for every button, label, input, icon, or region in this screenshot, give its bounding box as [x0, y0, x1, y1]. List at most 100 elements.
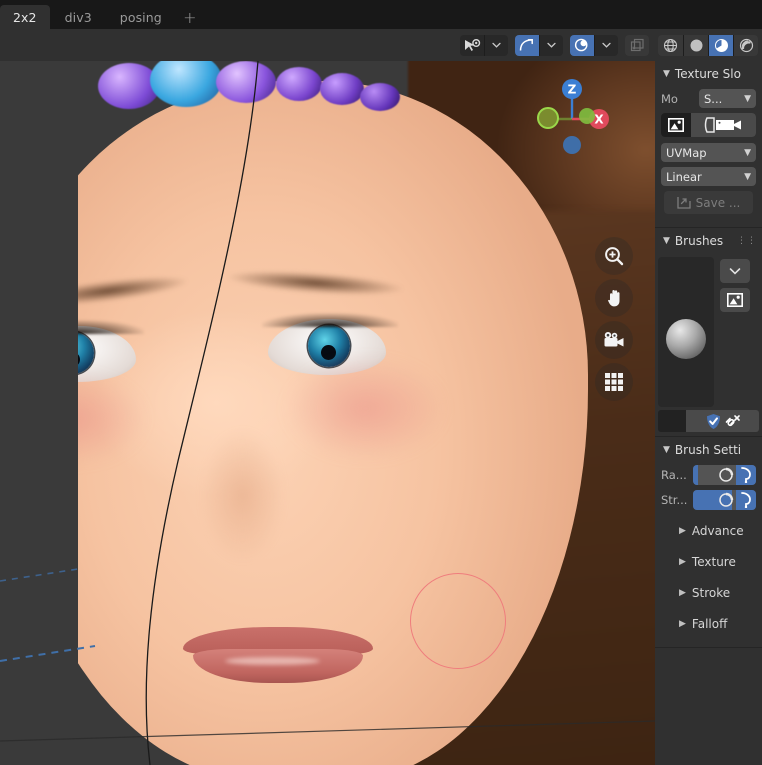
brushes-header[interactable]: ▼ Brushes ⋮⋮: [655, 228, 762, 254]
chevron-down-icon: ▼: [663, 69, 670, 79]
subpanel-texture[interactable]: ▶ Texture: [661, 546, 756, 577]
eyelash: [262, 313, 398, 327]
nose-region: [188, 391, 318, 581]
brush-settings-body: Ra... Str... ▶ Advance ▶ Texture ▶ Strok…: [655, 463, 762, 647]
viewport-3d[interactable]: Z X: [0, 61, 655, 765]
new-image-icon: [704, 117, 741, 133]
chevron-down-icon: [729, 268, 741, 275]
subpanel-falloff[interactable]: ▶ Falloff: [661, 608, 756, 639]
grip-dots-icon[interactable]: ⋮⋮: [737, 236, 757, 246]
lip-highlight: [225, 657, 320, 665]
proportional-editing-button[interactable]: [570, 34, 594, 56]
unlink-x-icon: [725, 415, 740, 427]
snap-toggle-button[interactable]: [515, 34, 539, 56]
radius-pressure-toggle: [736, 465, 756, 485]
grid-tool-button[interactable]: [595, 363, 633, 401]
proportional-editing-icon: [574, 38, 588, 52]
material-preview-icon: [714, 38, 728, 52]
pupil: [321, 345, 336, 360]
brush-preview-button[interactable]: [720, 288, 750, 312]
visibility-group: [460, 34, 508, 56]
radius-slider[interactable]: [693, 465, 756, 485]
navigation-gizmo[interactable]: Z X: [531, 75, 613, 157]
gizmo-axes: Z X: [537, 79, 609, 154]
subpanel-stroke[interactable]: ▶ Stroke: [661, 577, 756, 608]
new-image-button[interactable]: [691, 113, 756, 137]
object-visibility-button[interactable]: [460, 34, 484, 56]
shading-rendered-button[interactable]: [733, 34, 758, 56]
shading-material-preview-button[interactable]: [708, 34, 733, 56]
chevron-down-icon: ▼: [744, 93, 751, 104]
workspace-tab-label: div3: [64, 9, 92, 25]
lower-lip: [193, 649, 363, 683]
gem: [360, 83, 400, 111]
gem: [320, 73, 364, 105]
brushes-title: Brushes: [674, 234, 724, 248]
shading-wireframe-button[interactable]: [658, 34, 683, 56]
workspace-tab-div3[interactable]: div3: [52, 5, 105, 29]
chevron-down-icon: ▼: [744, 171, 751, 182]
chevron-down-icon: ▼: [744, 147, 751, 158]
texture-slots-body: Mo S... ▼ UVMap ▼ Linear ▼ Save ...: [655, 87, 762, 227]
mode-value: S...: [704, 91, 723, 106]
svg-text:X: X: [594, 113, 604, 127]
workspace-tab-label: 2x2: [13, 9, 37, 25]
overlays-icon: [630, 38, 644, 52]
pan-hand-icon: [608, 290, 620, 307]
workspace-tab-posing[interactable]: posing: [107, 5, 175, 29]
mode-label: Mo: [661, 91, 678, 106]
chevron-down-icon: ▼: [663, 236, 670, 246]
camera-icon: [604, 332, 624, 347]
proportional-dropdown[interactable]: [594, 34, 618, 56]
fake-user-button[interactable]: [686, 410, 759, 432]
solid-sphere-icon: [690, 39, 702, 51]
lips-region: [183, 621, 373, 687]
pupil: [78, 352, 80, 367]
texture-slots-header[interactable]: ▼ Texture Slo: [655, 61, 762, 87]
overlays-button[interactable]: [625, 34, 649, 56]
chevron-down-icon: [547, 42, 556, 48]
pressure-icon: [719, 492, 734, 507]
image-datablock-button[interactable]: [661, 113, 691, 137]
snap-dropdown[interactable]: [539, 34, 563, 56]
interpolation-dropdown[interactable]: Linear ▼: [661, 167, 756, 186]
save-image-button[interactable]: Save ...: [664, 191, 753, 214]
pan-tool-button[interactable]: [595, 279, 633, 317]
snapping-group: [515, 34, 563, 56]
save-label: Save ...: [695, 195, 741, 210]
subpanel-advanced[interactable]: ▶ Advance: [661, 515, 756, 546]
workspace-tabbar: 2x2 div3 posing +: [0, 0, 762, 29]
brush-dropdown-button[interactable]: [720, 259, 750, 283]
brush-footer-spacer: [658, 410, 686, 432]
properties-sidebar: ▼ Texture Slo Mo S... ▼ UVMap ▼ Linear ▼…: [655, 61, 762, 765]
model-render: [78, 61, 655, 765]
interpolation-value: Linear: [666, 169, 702, 184]
subpanel-label: Falloff: [691, 616, 728, 631]
shading-solid-button[interactable]: [683, 34, 708, 56]
subpanel-label: Stroke: [691, 585, 731, 600]
strength-slider[interactable]: [693, 490, 756, 510]
camera-tool-button[interactable]: [595, 321, 633, 359]
add-workspace-button[interactable]: +: [177, 5, 203, 29]
radius-slider-fill: [693, 465, 699, 485]
gem: [276, 67, 322, 101]
zoom-tool-button[interactable]: [595, 237, 633, 275]
visibility-dropdown[interactable]: [484, 34, 508, 56]
brush-settings-header[interactable]: ▼ Brush Setti: [655, 437, 762, 463]
mode-dropdown[interactable]: S... ▼: [699, 89, 756, 108]
object-visibility-icon: [464, 38, 480, 51]
shield-check-icon: [707, 413, 720, 429]
chevron-down-icon: [602, 42, 611, 48]
workspace-tab-2x2[interactable]: 2x2: [0, 5, 50, 29]
brush-cursor-circle: [410, 573, 506, 669]
wireframe-globe-icon: [663, 38, 678, 52]
strength-row: Str...: [661, 490, 756, 510]
svg-text:Z: Z: [568, 83, 577, 97]
panel-texture-slots: ▼ Texture Slo Mo S... ▼ UVMap ▼ Linear ▼…: [655, 61, 762, 228]
uvmap-dropdown[interactable]: UVMap ▼: [661, 143, 756, 162]
brush-preview-thumbnail[interactable]: [666, 319, 706, 359]
chevron-right-icon: ▶: [679, 556, 686, 567]
zoom-icon: [605, 247, 624, 266]
brush-list[interactable]: [658, 257, 714, 407]
radius-row: Ra...: [661, 465, 756, 485]
